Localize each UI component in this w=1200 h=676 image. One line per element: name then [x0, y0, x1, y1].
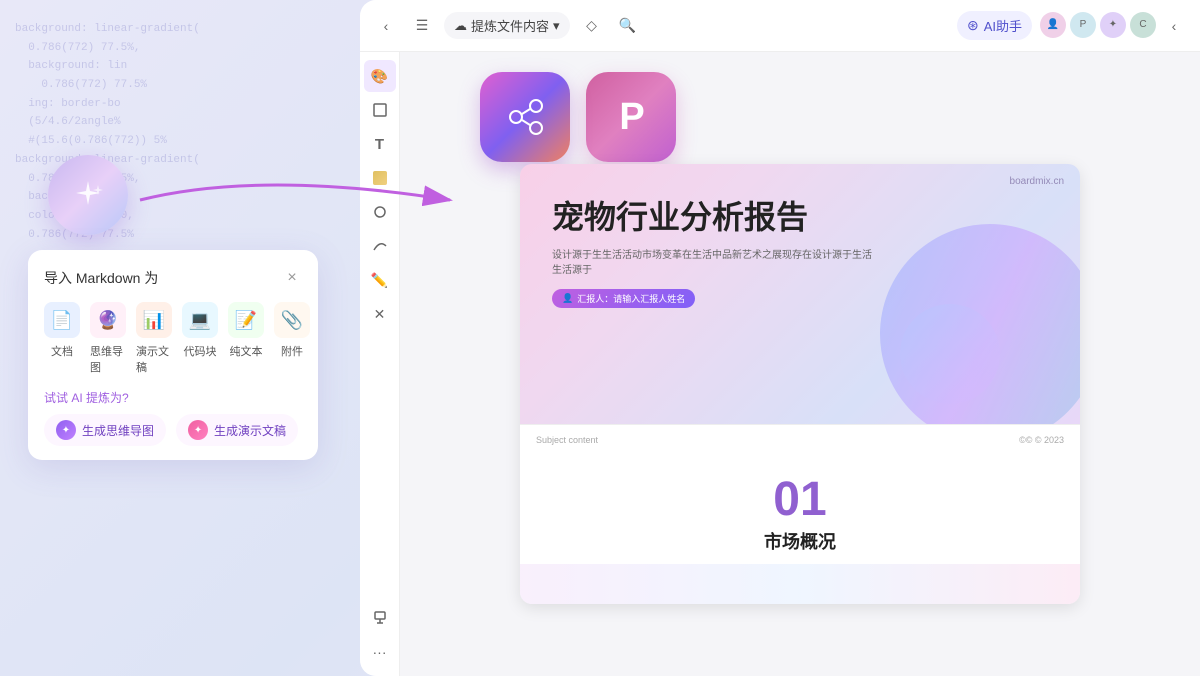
generate-mind-map-button[interactable]: ✦ 生成思维导图	[44, 414, 166, 446]
ai-assistant-button[interactable]: ⊛ AI助手	[957, 11, 1032, 40]
sidebar-icon-cross[interactable]: ✕	[364, 298, 396, 330]
ai-section-label: 试试 AI 提炼为?	[44, 389, 302, 406]
slide-icon: 📊	[136, 302, 172, 338]
item-attach[interactable]: 📎 附件	[274, 302, 310, 375]
doc-icon: 📄	[44, 302, 80, 338]
generate-mind-map-label: 生成思维导图	[82, 422, 154, 439]
search-button[interactable]: 🔍	[614, 12, 642, 40]
slide-subtitle: 设计源于生生活活动市场变革在生活中品新艺术之展现存在设计源于生活生活源于	[552, 246, 872, 276]
user-avatar-1[interactable]: 👤	[1040, 12, 1066, 38]
ppt-app-icon[interactable]: P	[586, 72, 676, 162]
content-area: P boardmix.cn 宠物行业分析报告 设计源于生生活活动市场变革在生活中…	[400, 52, 1200, 676]
item-attach-label: 附件	[281, 343, 303, 359]
toolbar: ‹ ☰ ☁ 提炼文件内容 ▾ ◇ 🔍 ⊛ AI助手 👤 P ✦ C ‹	[360, 0, 1200, 52]
item-mind[interactable]: 🔮 思维导图	[90, 302, 126, 375]
slide-card-main: boardmix.cn 宠物行业分析报告 设计源于生生活活动市场变革在生活中品新…	[520, 164, 1080, 604]
slide-decoration-circle2	[900, 304, 1000, 404]
dropdown-title: 导入 Markdown 为	[44, 268, 158, 288]
menu-button[interactable]: ☰	[408, 12, 436, 40]
item-code[interactable]: 💻 代码块	[182, 302, 218, 375]
item-mind-label: 思维导图	[90, 343, 126, 375]
toolbar-icons: 👤 P ✦ C ‹	[1040, 12, 1188, 40]
item-slide-label: 演示文稿	[136, 343, 172, 375]
code-icon: 💻	[182, 302, 218, 338]
slide-number: 01	[773, 476, 826, 524]
user-avatar-4[interactable]: C	[1130, 12, 1156, 38]
slide-title: 宠物行业分析报告	[552, 192, 1048, 238]
item-text[interactable]: 📝 纯文本	[228, 302, 264, 375]
slide-tag: 👤 汇报人：请输入汇报人姓名	[552, 289, 695, 308]
item-code-label: 代码块	[184, 343, 217, 359]
tag-icon: 👤	[562, 293, 573, 304]
sidebar-icon-circle[interactable]	[364, 196, 396, 228]
item-slide[interactable]: 📊 演示文稿	[136, 302, 172, 375]
generate-slide-button[interactable]: ✦ 生成演示文稿	[176, 414, 298, 446]
dropdown-items: 📄 文档 🔮 思维导图 📊 演示文稿 💻 代码块 📝 纯文本 📎 附件	[44, 302, 302, 375]
breadcrumb[interactable]: ☁ 提炼文件内容 ▾	[444, 12, 570, 39]
slide-generate-icon: ✦	[188, 420, 208, 440]
text-icon: 📝	[228, 302, 264, 338]
dropdown-header: 导入 Markdown 为 ×	[44, 268, 302, 288]
sidebar-icon-text[interactable]: T	[364, 128, 396, 160]
dropdown-modal: 导入 Markdown 为 × 📄 文档 🔮 思维导图 📊 演示文稿 💻 代码块…	[28, 250, 318, 460]
sidebar-icon-curve[interactable]	[364, 230, 396, 262]
main-area: ‹ ☰ ☁ 提炼文件内容 ▾ ◇ 🔍 ⊛ AI助手 👤 P ✦ C ‹ 🎨 T	[360, 0, 1200, 676]
mind-icon: 🔮	[90, 302, 126, 338]
ai-assistant-label: AI助手	[984, 16, 1022, 35]
ai-actions: ✦ 生成思维导图 ✦ 生成演示文稿	[44, 414, 302, 446]
tag-button[interactable]: ◇	[578, 12, 606, 40]
slide-bottom-decoration	[520, 564, 1080, 604]
slide-header-right: ©© © 2023	[1019, 435, 1064, 445]
left-sidebar: 🎨 T ✏️ ✕ ···	[360, 52, 400, 676]
sidebar-icon-palette[interactable]: 🎨	[364, 60, 396, 92]
more-button[interactable]: ‹	[1160, 12, 1188, 40]
ai-button[interactable]	[48, 155, 128, 235]
sidebar-icon-frame[interactable]	[364, 94, 396, 126]
chevron-down-icon: ▾	[553, 18, 560, 34]
sidebar-icon-plug[interactable]	[364, 602, 396, 634]
slide-header-left: Subject content	[536, 435, 598, 445]
sidebar-icon-more[interactable]: ···	[364, 636, 396, 668]
tag-text: 汇报人：请输入汇报人姓名	[577, 292, 685, 305]
slide-second-header: Subject content ©© © 2023	[520, 435, 1080, 445]
slide-section-title: 市场概况	[764, 528, 836, 554]
item-text-label: 纯文本	[230, 343, 263, 359]
back-button[interactable]: ‹	[372, 12, 400, 40]
app-icons-row: P	[480, 72, 676, 162]
item-doc[interactable]: 📄 文档	[44, 302, 80, 375]
breadcrumb-text: 提炼文件内容	[471, 16, 549, 35]
item-doc-label: 文档	[51, 343, 73, 359]
sidebar-icon-shape[interactable]	[364, 162, 396, 194]
user-avatar-2[interactable]: P	[1070, 12, 1096, 38]
cloud-icon: ☁	[454, 18, 467, 34]
mind-map-icon: ✦	[56, 420, 76, 440]
close-button[interactable]: ×	[282, 268, 302, 288]
slide-second-panel: Subject content ©© © 2023 01 市场概况	[520, 424, 1080, 604]
slide-main-panel: boardmix.cn 宠物行业分析报告 设计源于生生活活动市场变革在生活中品新…	[520, 164, 1080, 424]
ai-star-icon	[68, 175, 108, 215]
ai-logo-icon: ⊛	[967, 17, 979, 34]
share-app-icon[interactable]	[480, 72, 570, 162]
slide-branding: boardmix.cn	[1010, 176, 1064, 187]
attach-icon: 📎	[274, 302, 310, 338]
sidebar-icon-pen[interactable]: ✏️	[364, 264, 396, 296]
user-avatar-3[interactable]: ✦	[1100, 12, 1126, 38]
generate-slide-label: 生成演示文稿	[214, 422, 286, 439]
